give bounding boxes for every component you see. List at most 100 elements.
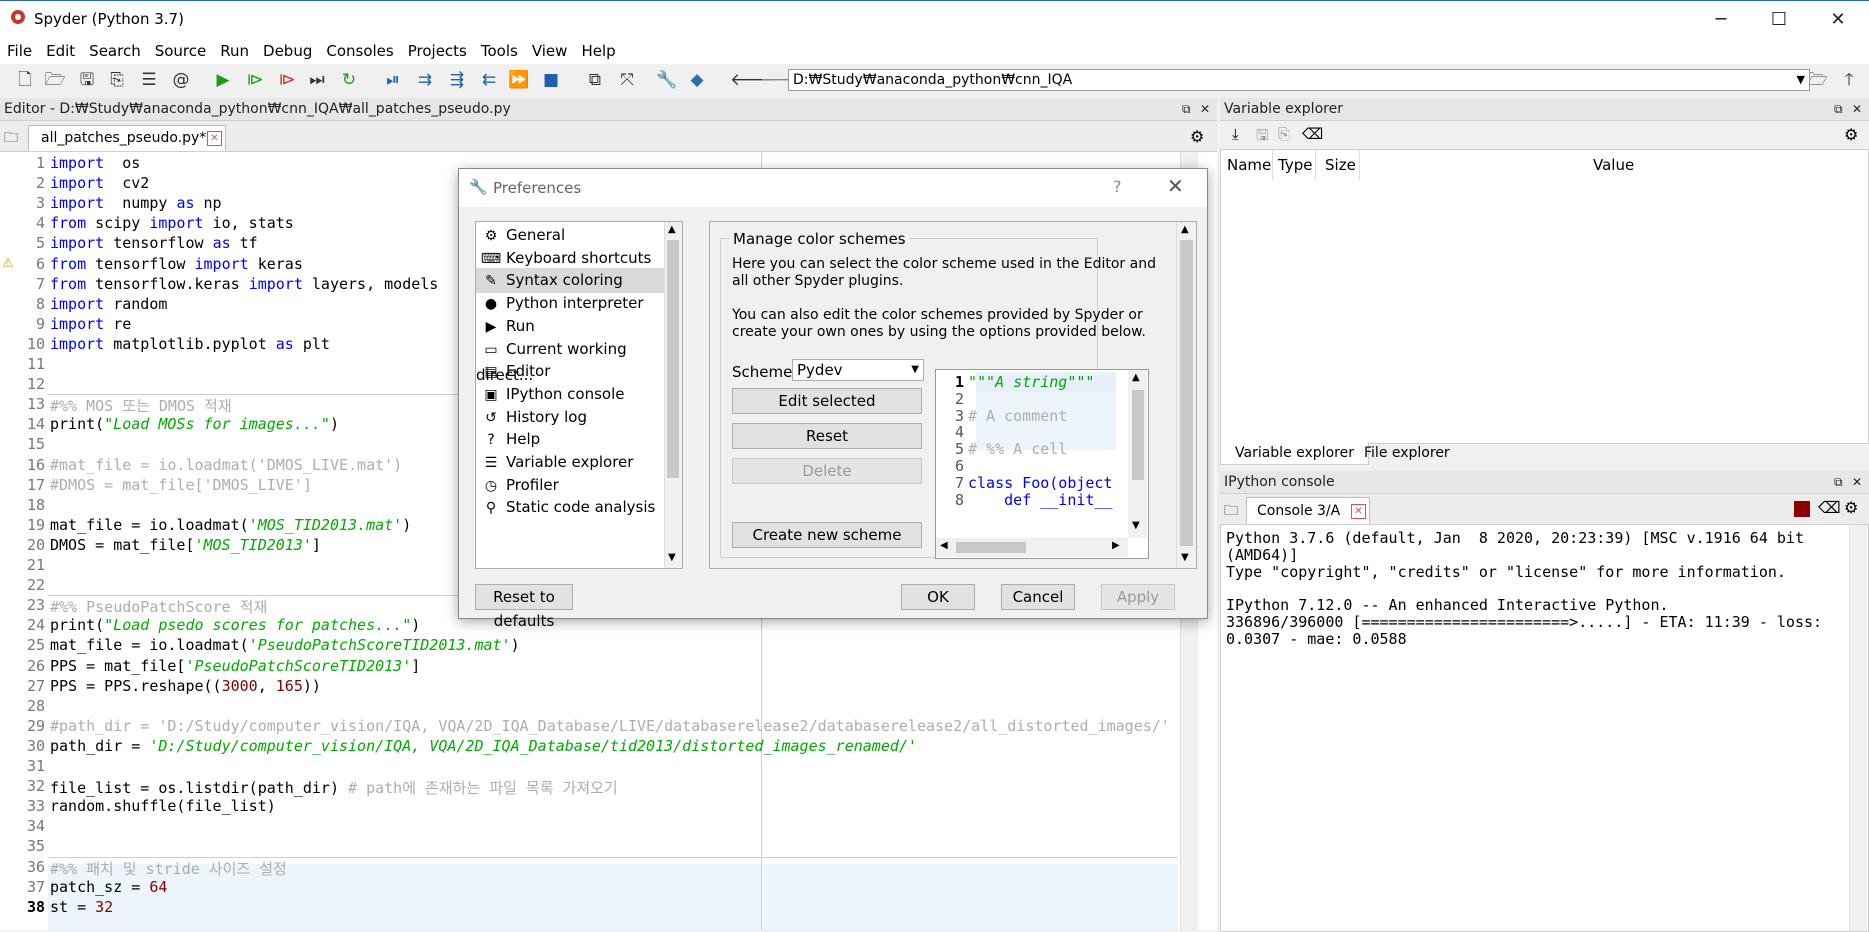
step-into-icon[interactable]: ⇶	[446, 69, 468, 91]
menu-debug[interactable]: Debug	[256, 38, 319, 60]
scroll-down-icon[interactable]: ▼	[1181, 552, 1189, 563]
save-all-icon[interactable]: ⎘	[106, 69, 128, 91]
close-pane-icon[interactable]: ✕	[1200, 98, 1210, 120]
ok-button[interactable]: OK	[901, 584, 975, 610]
close-pane-icon[interactable]: ✕	[1852, 471, 1862, 493]
tab-close-icon[interactable]: ✕	[207, 131, 222, 146]
tab-close-icon[interactable]: ✕	[1351, 504, 1366, 519]
scroll-down-icon[interactable]: ▼	[668, 552, 676, 563]
save-data-icon[interactable]: 🖫	[1256, 125, 1269, 150]
preview-hscroll[interactable]: ◀ ▶	[936, 538, 1128, 557]
run-cell-advance-icon[interactable]: ⧐	[276, 69, 298, 91]
variable-table[interactable]: Name Type Size Value	[1220, 149, 1869, 444]
debug-icon[interactable]: ⏯	[382, 69, 404, 91]
column-header-name[interactable]: Name	[1227, 156, 1271, 174]
clear-console-icon[interactable]: ⌫	[1818, 498, 1841, 517]
console-scrollbar[interactable]	[1849, 525, 1867, 931]
reset-scheme-button[interactable]: Reset	[732, 423, 922, 449]
rerun-icon[interactable]: ↻	[338, 69, 360, 91]
step-icon[interactable]: ⇉	[414, 69, 436, 91]
menu-run[interactable]: Run	[213, 38, 256, 60]
dialog-close-button[interactable]: ✕	[1167, 174, 1184, 198]
maximize-pane-icon[interactable]: ⧉	[584, 69, 606, 91]
undock-icon[interactable]: ⧉	[1182, 98, 1191, 120]
continue-icon[interactable]: ⏩	[508, 69, 530, 91]
fullscreen-icon[interactable]: ⤧	[616, 69, 638, 91]
forward-arrow-icon[interactable]: 🡒	[760, 69, 806, 91]
category-syntax-coloring[interactable]: ✎ Syntax coloring	[476, 268, 666, 294]
undock-icon[interactable]: ⧉	[1834, 471, 1843, 493]
menu-projects[interactable]: Projects	[401, 38, 474, 60]
console-output[interactable]: Python 3.7.6 (default, Jan 8 2020, 20:23…	[1220, 524, 1869, 932]
reset-to-defaults-button[interactable]: Reset to defaults	[475, 584, 573, 630]
column-header-type[interactable]: Type	[1278, 156, 1312, 174]
console-tab[interactable]: Console 3/A ✕	[1246, 497, 1370, 524]
python-path-icon[interactable]: ◆	[686, 69, 708, 91]
menu-help[interactable]: Help	[574, 38, 622, 60]
minimize-button[interactable]: ─	[1693, 1, 1749, 39]
run-icon[interactable]: ▶	[212, 69, 234, 91]
category-help[interactable]: ? Help	[476, 427, 666, 452]
close-pane-icon[interactable]: ✕	[1852, 98, 1862, 120]
scroll-up-icon[interactable]: ▲	[1181, 224, 1189, 235]
tab-file-explorer[interactable]: File explorer	[1350, 442, 1464, 464]
category-editor[interactable]: ▤ Editor	[476, 359, 666, 384]
scroll-thumb[interactable]	[1180, 240, 1193, 546]
save-data-as-icon[interactable]: ⎘	[1278, 125, 1290, 143]
undock-icon[interactable]: ⧉	[1834, 98, 1843, 120]
new-file-icon[interactable]: 🗋	[14, 69, 36, 91]
scroll-thumb[interactable]	[667, 240, 679, 478]
scheme-select[interactable]: Pydev ▼	[792, 359, 924, 381]
category-profiler[interactable]: ◷ Profiler	[476, 473, 666, 498]
list-icon[interactable]: ☰	[138, 69, 160, 91]
preferences-wrench-icon[interactable]: 🔧	[656, 69, 678, 91]
column-header-value[interactable]: Value	[1593, 156, 1634, 174]
category-general[interactable]: ⚙ General	[476, 223, 666, 248]
edit-selected-button[interactable]: Edit selected	[732, 388, 922, 414]
scroll-down-icon[interactable]: ▼	[1132, 520, 1140, 531]
category-keyboard-shortcuts[interactable]: ⌨ Keyboard shortcuts	[476, 246, 666, 271]
step-return-icon[interactable]: ⇇	[478, 69, 500, 91]
scheme-preview[interactable]: 1 """A string""" 2 3 # A comment 4 5 # %% A cel…	[935, 369, 1149, 559]
cancel-button[interactable]: Cancel	[1001, 584, 1075, 610]
run-selection-icon[interactable]: ⏭	[306, 69, 328, 91]
menu-view[interactable]: View	[525, 38, 575, 60]
browse-tabs-icon[interactable]: 🗀	[4, 127, 18, 151]
scroll-thumb[interactable]	[1132, 390, 1144, 480]
scroll-left-icon[interactable]: ◀	[940, 540, 948, 551]
editor-tab-all-patches[interactable]: all_patches_pseudo.py* ✕	[28, 125, 226, 151]
category-scrollbar[interactable]: ▲ ▼	[664, 222, 682, 568]
maximize-button[interactable]: ☐	[1751, 1, 1807, 39]
category-current-working-direct[interactable]: ▭ Current working direct...	[476, 337, 666, 384]
run-cell-icon[interactable]: ⧐	[244, 69, 266, 91]
scroll-up-icon[interactable]: ▲	[668, 224, 676, 235]
back-arrow-icon[interactable]: 🡐	[730, 69, 776, 91]
menu-file[interactable]: File	[0, 38, 39, 60]
category-static-code-analysis[interactable]: ⚲ Static code analysis	[476, 495, 666, 520]
menu-consoles[interactable]: Consoles	[319, 38, 400, 60]
working-directory-combo[interactable]: D:₩Study₩anaconda_python₩cnn_IQA ▼	[788, 69, 1810, 91]
apply-button[interactable]: Apply	[1101, 584, 1175, 610]
category-ipython-console[interactable]: ▣ IPython console	[476, 382, 666, 407]
column-header-size[interactable]: Size	[1325, 156, 1356, 174]
scroll-up-icon[interactable]: ▲	[1132, 372, 1140, 383]
save-icon[interactable]: 🖫	[76, 69, 98, 91]
import-data-icon[interactable]: ⤓	[1232, 125, 1239, 143]
preview-vscroll[interactable]: ▲ ▼	[1128, 370, 1147, 538]
delete-scheme-button[interactable]: Delete	[732, 458, 922, 484]
category-history-log[interactable]: ↺ History log	[476, 405, 666, 430]
parent-dir-icon[interactable]: 🡑	[1838, 69, 1860, 91]
create-scheme-button[interactable]: Create new scheme	[732, 522, 922, 548]
preferences-category-list[interactable]: ⚙ General ⌨ Keyboard shortcuts ✎ Syntax color…	[475, 221, 683, 569]
options-gear-icon[interactable]: ⚙	[1190, 127, 1204, 146]
menu-edit[interactable]: Edit	[39, 38, 82, 60]
menu-search[interactable]: Search	[82, 38, 148, 60]
tab-variable-explorer[interactable]: Variable explorer	[1220, 442, 1369, 465]
stop-kernel-icon[interactable]	[1794, 501, 1810, 517]
category-run[interactable]: ▶ Run	[476, 314, 666, 339]
close-button[interactable]: ✕	[1810, 1, 1866, 39]
options-gear-icon[interactable]: ⚙	[1844, 498, 1858, 517]
help-button[interactable]: ?	[1113, 177, 1122, 196]
menu-tools[interactable]: Tools	[474, 38, 525, 60]
menu-source[interactable]: Source	[148, 38, 214, 60]
